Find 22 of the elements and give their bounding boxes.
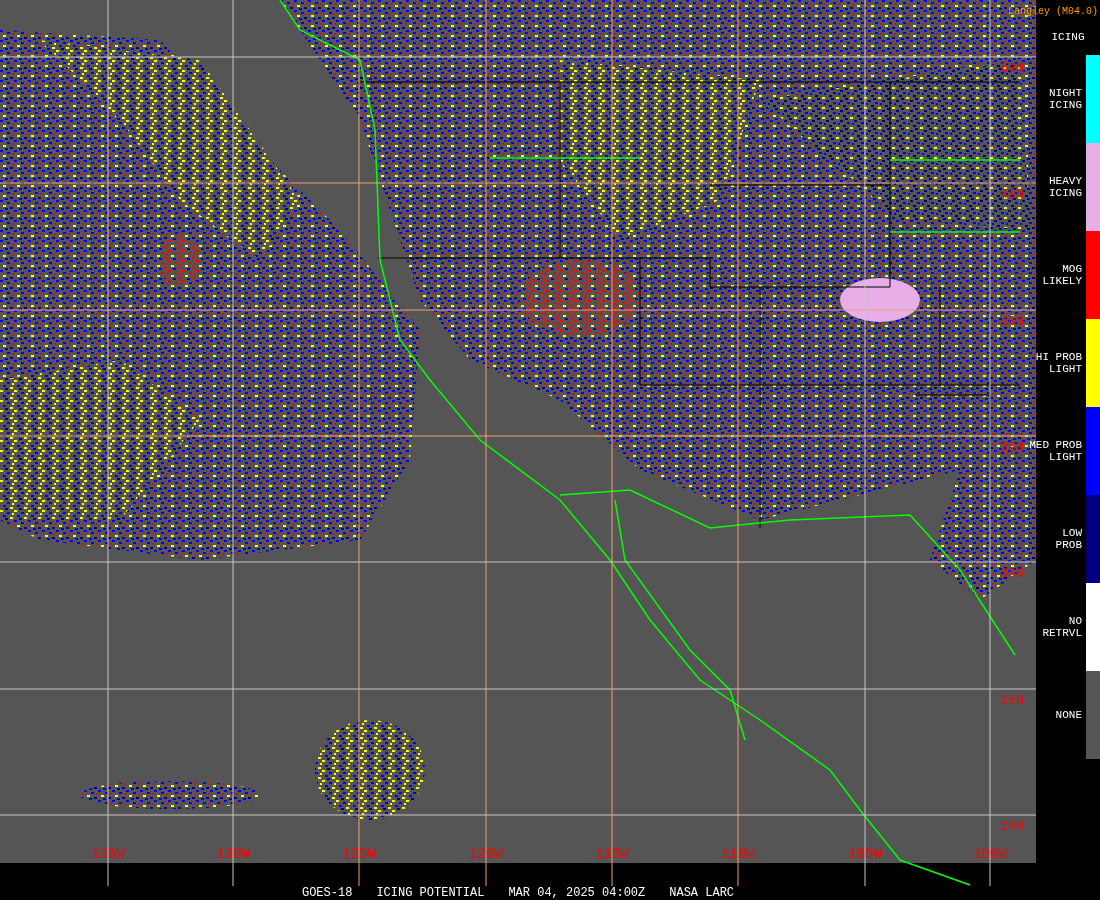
legend-label: HI PROB LIGHT: [1034, 351, 1082, 375]
longitude-label: 135W: [91, 846, 125, 862]
legend-title: ICING: [1050, 30, 1086, 45]
legend-label: LOW PROB: [1054, 527, 1082, 551]
latitude-label: 20N: [1000, 819, 1024, 834]
longitude-label: 115W: [595, 846, 629, 862]
longitude-label: 105W: [848, 846, 882, 862]
longitude-label: 110W: [721, 846, 755, 862]
latitude-label: 50N: [1000, 61, 1024, 76]
longitude-label: 125W: [342, 846, 376, 862]
legend-label: MOG LIKELY: [1041, 263, 1082, 287]
longitude-label: 100W: [973, 846, 1007, 862]
caption-text: MAR 04, 2025 04:00Z: [508, 886, 646, 900]
latitude-label: 25N: [1000, 693, 1024, 708]
longitude-label: 120W: [469, 846, 503, 862]
legend-label: NIGHT ICING: [1048, 87, 1082, 111]
legend-label: NONE: [1054, 709, 1082, 721]
longitude-label: 130W: [216, 846, 250, 862]
caption-text: GOES-18: [301, 886, 353, 900]
caption-text: ICING POTENTIAL: [376, 886, 485, 900]
caption-text: NASA LARC: [669, 886, 735, 900]
legend-label: NO RETRVL: [1041, 615, 1082, 639]
